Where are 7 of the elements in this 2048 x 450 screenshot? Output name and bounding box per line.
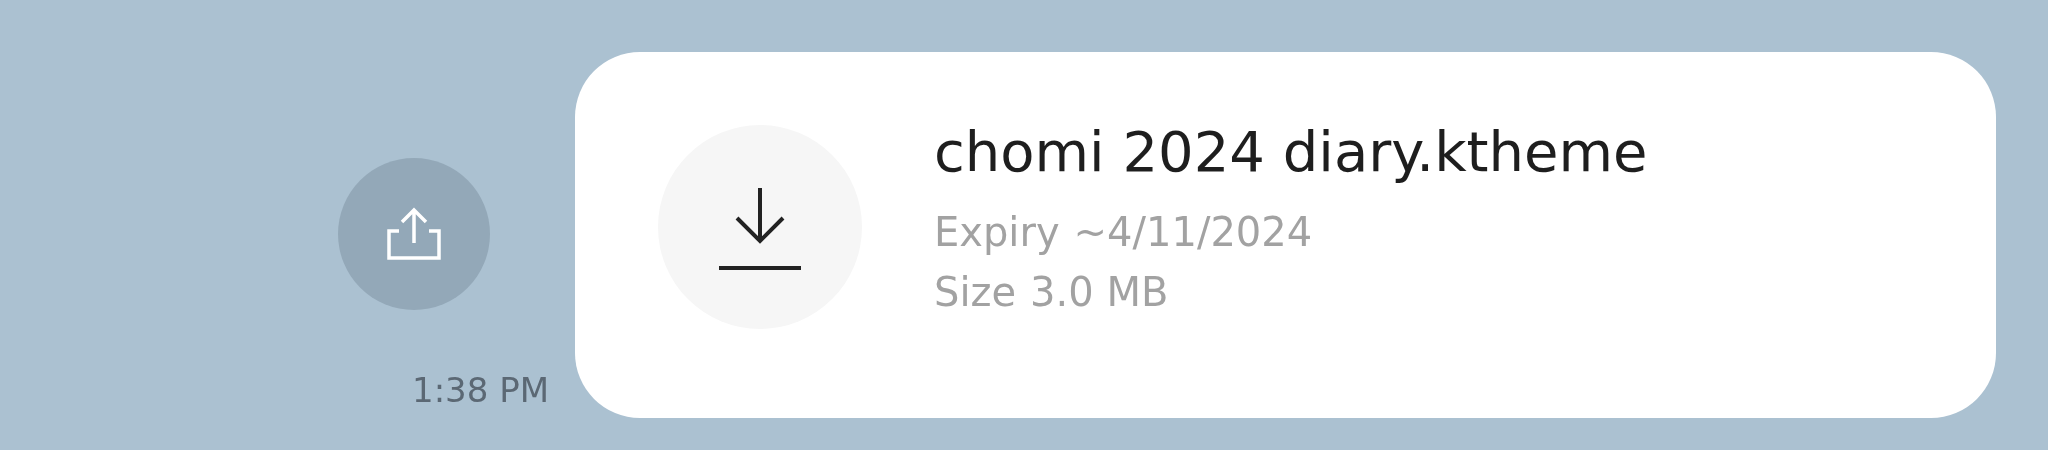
file-name: chomi 2024 diary.ktheme <box>934 118 1648 184</box>
expiry-date: ~4/11/2024 <box>1073 207 1313 257</box>
file-size: 3.0 MB <box>1030 267 1169 317</box>
message-time: 1:38 PM <box>412 370 549 410</box>
expiry-label: Expiry <box>934 207 1060 257</box>
size-label: Size <box>934 267 1017 317</box>
share-icon <box>385 207 443 261</box>
